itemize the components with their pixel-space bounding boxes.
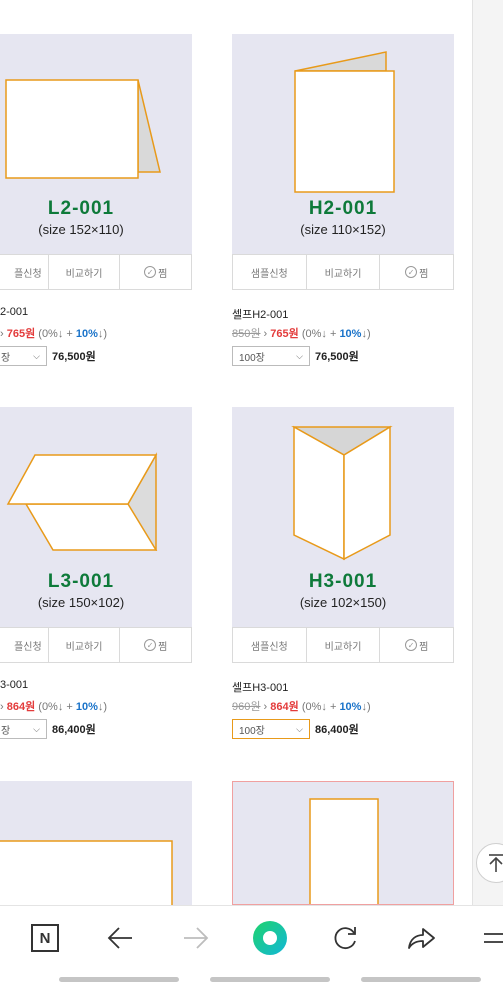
extra-discount: 10% — [339, 701, 362, 713]
product-actions: 플신청 비교하기 ✓ 찜 — [0, 627, 192, 663]
compare-button[interactable]: 비교하기 — [307, 628, 381, 662]
original-price: 960원 — [232, 701, 261, 713]
original-price: 850원 — [232, 328, 261, 340]
product-price: › 864원 (0%↓ + 10%↓) — [0, 701, 108, 713]
gesture-bar-left — [59, 977, 179, 982]
product-name[interactable]: 2-001 — [0, 306, 28, 318]
share-icon — [408, 928, 435, 949]
fold-illustration-icon — [5, 79, 161, 179]
back-icon — [107, 927, 132, 949]
sample-request-button[interactable]: 플신청 — [0, 255, 49, 289]
wishlist-label: 찜 — [419, 268, 429, 280]
compare-button[interactable]: 비교하기 — [307, 255, 381, 289]
sale-price: 765원 — [270, 328, 299, 340]
product-thumbnail[interactable]: L3-001 (size 150×102) — [0, 407, 192, 627]
product-size-label: (size 152×110) — [38, 222, 124, 237]
total-price: 76,500원 — [315, 351, 359, 363]
product-code-label: L2-001 — [47, 198, 115, 219]
naver-home-button[interactable]: N — [27, 920, 63, 956]
refresh-icon — [334, 927, 356, 950]
quantity-select[interactable]: 장 ⌵ — [0, 346, 47, 366]
scroll-to-top-icon — [489, 854, 503, 872]
extra-discount: 10% — [75, 328, 98, 340]
share-button[interactable] — [403, 920, 439, 956]
sample-request-button[interactable]: 샘플신청 — [233, 628, 307, 662]
total-price: 86,400원 — [315, 724, 359, 736]
wishlist-button[interactable]: ✓ 찜 — [120, 628, 191, 662]
check-circle-icon: ✓ — [405, 639, 418, 651]
check-circle-icon: ✓ — [405, 266, 418, 278]
wishlist-label: 찜 — [158, 641, 168, 653]
wishlist-button[interactable]: ✓ 찜 — [380, 628, 453, 662]
menu-button[interactable] — [478, 920, 503, 956]
product-name[interactable]: 3-001 — [0, 679, 28, 691]
check-circle-icon: ✓ — [144, 266, 157, 278]
product-size-label: (size 150×102) — [37, 595, 125, 610]
order-row: 100장 ⌵ 86,400원 — [232, 719, 359, 739]
wishlist-label: 찜 — [158, 268, 168, 280]
menu-icon — [484, 933, 503, 943]
compare-button[interactable]: 비교하기 — [49, 628, 121, 662]
quantity-select[interactable]: 100장 ⌵ — [232, 346, 310, 366]
extra-discount: 10% — [339, 328, 362, 340]
order-row: 100장 ⌵ 76,500원 — [232, 346, 359, 366]
chevron-down-icon: ⌵ — [296, 350, 303, 361]
wishlist-button[interactable]: ✓ 찜 — [380, 255, 453, 289]
chevron-down-icon: ⌵ — [296, 723, 303, 734]
product-name[interactable]: 셀프H3-001 — [232, 679, 288, 695]
sale-price: 765원 — [6, 328, 36, 340]
green-dot-button[interactable] — [252, 920, 288, 956]
fold-illustration-icon — [0, 840, 173, 905]
wishlist-label: 찜 — [419, 641, 429, 653]
naver-home-icon: N — [31, 924, 59, 952]
product-actions: 플신청 비교하기 ✓ 찜 — [0, 254, 192, 290]
product-actions: 샘플신청 비교하기 ✓ 찜 — [232, 627, 454, 663]
product-list-page: L2-001 (size 152×110) 플신청 비교하기 ✓ 찜 2-001 … — [0, 0, 503, 905]
refresh-button[interactable] — [327, 920, 363, 956]
fold-illustration-icon — [6, 452, 158, 552]
fold-illustration-icon — [309, 798, 379, 904]
product-thumbnail[interactable]: L2-001 (size 152×110) — [0, 34, 192, 254]
gesture-bar-center — [210, 977, 330, 982]
sample-request-button[interactable]: 플신청 — [0, 628, 49, 662]
product-code-label: H2-001 — [308, 198, 378, 219]
product-thumbnail[interactable] — [0, 781, 192, 905]
forward-button[interactable] — [178, 920, 214, 956]
order-row: 장 ⌵ 76,500원 — [0, 346, 96, 366]
product-actions: 샘플신청 비교하기 ✓ 찜 — [232, 254, 454, 290]
extra-discount: 10% — [75, 701, 98, 713]
sample-request-button[interactable]: 샘플신청 — [233, 255, 307, 289]
product-code-label: H3-001 — [308, 571, 378, 592]
forward-icon — [184, 927, 209, 949]
product-name[interactable]: 셀프H2-001 — [232, 306, 288, 322]
gesture-bar-right — [361, 977, 481, 982]
total-price: 76,500원 — [52, 351, 96, 363]
product-thumbnail[interactable] — [232, 781, 454, 905]
wishlist-button[interactable]: ✓ 찜 — [120, 255, 191, 289]
product-price: › 765원 (0%↓ + 10%↓) — [0, 328, 108, 340]
product-size-label: (size 110×152) — [300, 222, 386, 237]
product-thumbnail[interactable]: H2-001 (size 110×152) — [232, 34, 454, 254]
quantity-select[interactable]: 장 ⌵ — [0, 719, 47, 739]
product-thumbnail[interactable]: H3-001 (size 102×150) — [232, 407, 454, 627]
browser-navbar: N — [0, 905, 503, 972]
product-price: 850원 › 765원 (0%↓ + 10%↓) — [232, 328, 371, 340]
fold-illustration-icon — [291, 425, 393, 561]
order-row: 장 ⌵ 86,400원 — [0, 719, 96, 739]
sale-price: 864원 — [270, 701, 299, 713]
green-dot-icon — [253, 921, 287, 955]
quantity-select[interactable]: 100장 ⌵ — [232, 719, 310, 739]
compare-button[interactable]: 비교하기 — [49, 255, 121, 289]
sale-price: 864원 — [6, 701, 36, 713]
check-circle-icon: ✓ — [144, 639, 157, 651]
product-size-label: (size 102×150) — [299, 595, 387, 610]
back-button[interactable] — [102, 920, 138, 956]
product-code-label: L3-001 — [47, 571, 115, 592]
product-price: 960원 › 864원 (0%↓ + 10%↓) — [232, 701, 371, 713]
fold-illustration-icon — [294, 51, 395, 193]
chevron-down-icon: ⌵ — [33, 723, 40, 734]
chevron-down-icon: ⌵ — [33, 350, 40, 361]
page-scroll-gutter — [472, 0, 503, 905]
total-price: 86,400원 — [52, 724, 96, 736]
